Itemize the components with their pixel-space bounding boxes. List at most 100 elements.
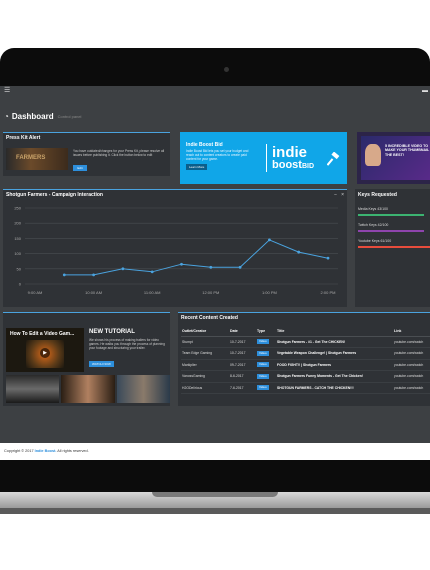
tutorial-video[interactable]: How To Edit a Video Gam... ▶ <box>6 328 84 372</box>
indie-boost-logo-top: indie <box>272 144 308 161</box>
press-kit-panel: Press Kit Alert FARMERS You have outdate… <box>3 132 170 176</box>
table-row[interactable]: Markiplier 09-7-2017 Video FOOD FIGHT!! | S… <box>181 359 430 371</box>
keys-title: Keys Requested <box>358 191 397 198</box>
footer-brand-link[interactable]: Indie Boost. <box>35 449 57 453</box>
play-icon[interactable]: ▶ <box>40 348 50 358</box>
type-cell: Video <box>256 370 276 383</box>
recent-content-header: Recent Content Created <box>178 312 430 323</box>
laptop-bottom-bezel <box>0 460 430 492</box>
press-kit-message: You have outdated/changes for your Press… <box>73 149 165 157</box>
user-icon[interactable]: ▬ <box>422 87 428 95</box>
x-tick-label: 10:00 AM <box>85 290 102 295</box>
table-row[interactable]: Stumpt 10-7-2017 Video Shotgun Farmers - #1… <box>181 336 430 348</box>
recent-content-panel: Recent Content Created Outlet/Creator Da… <box>178 312 430 406</box>
youtube-thumbnail-ad[interactable]: 5 INCREDIBLE VIDEO TO MAKE YOUR THUMBNAI… <box>357 132 430 184</box>
campaign-chart-header: Shotgun Farmers - Campaign Interaction −… <box>3 189 347 200</box>
x-tick-label: 11:00 AM <box>144 290 161 295</box>
gavel-icon <box>327 152 340 166</box>
key-progress-bar <box>358 246 430 248</box>
title-cell: SHOTGUN FARMERS - CATCH THE CHICKEN!!! <box>276 382 393 394</box>
data-point <box>180 262 183 266</box>
thumbnail-image: 5 INCREDIBLE VIDEO TO MAKE YOUR THUMBNAI… <box>361 136 430 180</box>
campaign-line-chart: 0 50 100 150 200 250 9:00 AM 10:00 AM 11:00 AM 12… <box>14 206 338 295</box>
column-header: Outlet/Creator <box>181 326 229 337</box>
keys-header: Keys Requested <box>355 189 430 200</box>
thumbnail-editor[interactable] <box>6 375 60 403</box>
key-label: Youtube Keys 61/100 <box>358 239 392 243</box>
ad-title: Indie Boost Bid <box>186 142 223 148</box>
close-icon[interactable]: × <box>341 192 344 198</box>
rights-text: All rights reserved. <box>57 449 89 453</box>
data-point <box>268 238 271 242</box>
date-cell: 8-6-2017 <box>229 370 256 383</box>
learn-more-button[interactable]: Learn More <box>186 164 208 170</box>
tutorial-title: NEW TUTORIAL <box>89 329 135 335</box>
link-cell[interactable]: youtube.com/watch <box>393 336 430 348</box>
creator-cell: H2ODelirious <box>181 382 229 394</box>
page-title: Dashboard <box>11 111 54 121</box>
table-row[interactable]: Team Edge Gaming 10-7-2017 Video Vegetable … <box>181 347 430 360</box>
tutorial-description: We shows his process of making trailers … <box>89 338 165 350</box>
press-kit-header: Press Kit Alert <box>3 132 170 143</box>
recent-content-table: Outlet/Creator Date Type Title Link Stum… <box>181 326 430 394</box>
table-row[interactable]: H2ODelirious 7-6-2017 Video SHOTGUN FARMERS… <box>181 382 430 394</box>
y-tick-label: 200 <box>14 221 21 226</box>
data-point <box>150 270 154 274</box>
press-kit-title: Press Kit Alert <box>6 135 41 141</box>
data-point <box>62 273 66 277</box>
date-cell: 10-7-2017 <box>229 336 256 348</box>
key-label: Media Keys 43/100 <box>358 207 388 211</box>
link-cell[interactable]: youtube.com/watch <box>393 382 430 394</box>
creator-face <box>365 144 381 166</box>
creator-cell: Stumpt <box>181 336 229 348</box>
y-tick-label: 50 <box>17 266 22 271</box>
creator-cell: Markiplier <box>181 359 229 371</box>
thumbnail-text: 5 INCREDIBLE VIDEO TO MAKE YOUR THUMBNAI… <box>385 144 430 157</box>
copyright-text: Copyright © 2017 <box>4 449 34 453</box>
recent-content-title: Recent Content Created <box>181 315 238 321</box>
logo-bid: BID <box>301 163 315 170</box>
dashboard-icon: ◔ <box>4 111 9 121</box>
link-cell[interactable]: youtube.com/watch <box>393 347 430 360</box>
logo-boost: boost <box>272 159 302 171</box>
y-tick-label: 150 <box>14 236 21 241</box>
type-badge: Video <box>257 362 269 368</box>
data-point <box>326 256 330 260</box>
key-progress-bar <box>358 230 424 232</box>
laptop-screen: ☰ ▬ ◔ Dashboard Control panel Press Kit … <box>0 86 430 460</box>
menu-icon[interactable]: ☰ <box>4 87 10 95</box>
webcam-icon <box>224 67 229 72</box>
column-header: Title <box>276 326 393 337</box>
campaign-chart-panel: Shotgun Farmers - Campaign Interaction −… <box>3 189 347 307</box>
ad-description: Indie Boost Bid lets you set your budget… <box>186 149 249 161</box>
date-cell: 09-7-2017 <box>229 359 256 371</box>
press-kit-thumb-text: FARMERS <box>16 155 46 161</box>
page-footer: Copyright © 2017 Indie Boost. All rights… <box>0 443 430 460</box>
key-label: Twitch Keys 42/100 <box>358 223 389 227</box>
data-point <box>238 265 242 269</box>
y-tick-label: 250 <box>14 206 21 211</box>
indie-boost-logo-bottom: boostBID <box>272 160 314 172</box>
type-badge: Video <box>257 373 269 379</box>
date-cell: 10-7-2017 <box>229 347 256 360</box>
table-row[interactable]: VanossGaming 8-6-2017 Video Shotgun Farmers… <box>181 370 430 383</box>
data-point <box>121 267 125 271</box>
x-tick-label: 12:00 PM <box>202 290 219 295</box>
y-tick-label: 100 <box>14 251 21 256</box>
creator-cell: VanossGaming <box>181 370 229 383</box>
link-cell[interactable]: youtube.com/watch <box>393 359 430 371</box>
minimize-icon[interactable]: − <box>334 192 337 198</box>
press-kit-thumbnail: FARMERS <box>6 148 68 170</box>
watch-now-button[interactable]: WATCH NOW <box>89 361 114 367</box>
creator-cell: Team Edge Gaming <box>181 347 229 360</box>
thumbnail-game[interactable] <box>116 375 170 403</box>
data-point <box>209 265 213 269</box>
thumbnail-presenter[interactable] <box>61 375 115 403</box>
series-line <box>64 239 329 276</box>
indie-boost-bid-ad[interactable]: Indie Boost Bid Indie Boost Bid lets you… <box>180 132 347 184</box>
laptop-lid-top <box>0 0 430 52</box>
link-cell[interactable]: youtube.com/watch <box>393 370 430 383</box>
laptop-top-bezel <box>0 48 430 88</box>
page-subtitle: Control panel <box>57 113 82 119</box>
edit-press-kit-button[interactable]: Edit <box>73 165 87 171</box>
